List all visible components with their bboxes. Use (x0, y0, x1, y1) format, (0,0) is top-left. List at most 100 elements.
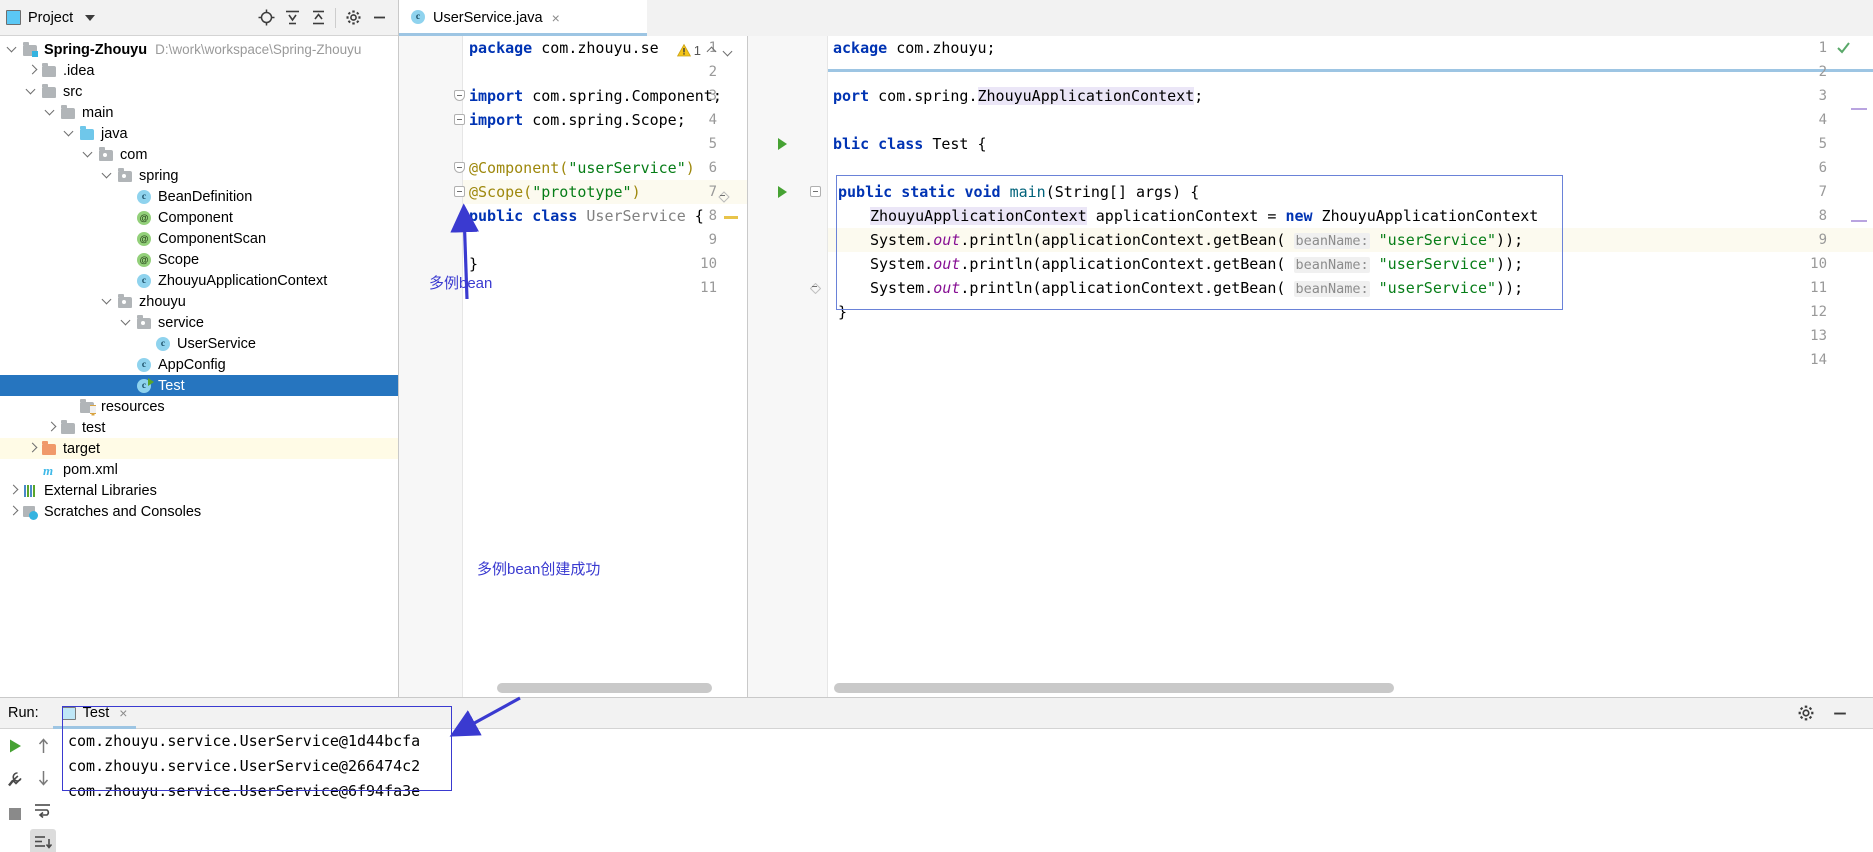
chevron-down-icon[interactable] (101, 294, 116, 309)
chevron-down-icon[interactable] (82, 147, 97, 162)
collapse-all-icon[interactable] (305, 5, 331, 31)
stop-icon[interactable] (2, 801, 28, 827)
tree-item-target[interactable]: target (0, 438, 398, 459)
minimize-icon[interactable] (1831, 704, 1849, 725)
chevron-down-icon[interactable] (120, 315, 135, 330)
chevron-down-icon[interactable] (6, 42, 21, 57)
run-class-gutter-icon[interactable] (778, 138, 787, 150)
tree-item-scratches-and-consoles[interactable]: Scratches and Consoles (0, 501, 398, 522)
previous-highlight-icon[interactable] (707, 46, 717, 56)
annotation-bean-created: 多例bean创建成功 (477, 561, 601, 578)
tree-item-test[interactable]: test (0, 417, 398, 438)
chevron-down-icon[interactable] (101, 168, 116, 183)
chevron-down-icon[interactable] (44, 105, 59, 120)
tree-item-external-libraries[interactable]: External Libraries (0, 480, 398, 501)
inspection-widget[interactable]: 1 (676, 43, 733, 58)
tree-item-spring-zhouyu[interactable]: Spring-Zhouyu D:\work\workspace\Spring-Zh… (0, 39, 398, 60)
project-title-button[interactable]: Project (6, 10, 96, 26)
tree-item-appconfig[interactable]: c AppConfig (0, 354, 398, 375)
chevron-down-icon[interactable] (63, 126, 78, 141)
gear-icon[interactable] (340, 5, 366, 31)
tree-item-label: Scratches and Consoles (44, 503, 202, 520)
left-code-content[interactable]: package com.zhouyu.se import com.spring.… (463, 36, 747, 697)
tree-item-componentscan[interactable]: @ ComponentScan (0, 228, 398, 249)
tree-item-spring[interactable]: spring (0, 165, 398, 186)
annotation-icon: @ (136, 252, 153, 268)
tree-item-label: service (158, 314, 204, 331)
run-label: Run: (8, 705, 39, 721)
chevron-right-icon[interactable] (6, 504, 21, 519)
up-arrow-icon[interactable] (30, 733, 56, 759)
chevron-right-icon[interactable] (44, 420, 59, 435)
tree-item-main[interactable]: main (0, 102, 398, 123)
tree-item-label: Scope (158, 251, 200, 268)
tree-item-com[interactable]: com (0, 144, 398, 165)
fold-marker-import-region[interactable] (454, 114, 465, 125)
warning-count: 1 (693, 43, 701, 58)
editor-pane-test[interactable]: c Test.java × 1234567891011121314 ackage… (748, 36, 1873, 697)
fold-marker-imports[interactable] (454, 162, 465, 173)
project-tree[interactable]: Spring-Zhouyu D:\work\workspace\Spring-Zh… (0, 36, 398, 522)
right-code-content[interactable]: ackage com.zhouyu; port com.spring.Zhouy… (828, 36, 1873, 697)
chevron-right-icon[interactable] (6, 483, 21, 498)
tree-item-test[interactable]: c Test (0, 375, 398, 396)
down-arrow-icon[interactable] (30, 765, 56, 791)
fold-marker-class[interactable] (454, 186, 465, 197)
annotation-arrow-to-console (449, 696, 521, 737)
fold-marker-main-method[interactable] (810, 186, 821, 197)
run-method-gutter-icon[interactable] (778, 186, 787, 198)
fold-right-indicator (718, 191, 730, 203)
source-folder-icon (79, 126, 96, 142)
annotation-icon: @ (136, 231, 153, 247)
close-icon[interactable]: × (552, 10, 560, 26)
chevron-right-icon[interactable] (25, 63, 40, 78)
right-gutter[interactable] (748, 36, 828, 697)
maven-xml-icon: m (43, 462, 54, 478)
settings-wrench-icon[interactable] (2, 767, 28, 793)
excluded-folder-icon (41, 441, 58, 457)
tree-item-scope[interactable]: @ Scope (0, 249, 398, 270)
locate-icon[interactable] (253, 5, 279, 31)
tree-item-label: pom.xml (63, 461, 118, 478)
chevron-down-icon[interactable] (85, 14, 96, 21)
folder-icon (41, 84, 58, 100)
chevron-down-icon[interactable] (25, 84, 40, 99)
tree-item-userservice[interactable]: c UserService (0, 333, 398, 354)
tree-item-beandefinition[interactable]: c BeanDefinition (0, 186, 398, 207)
checkmark-ok-icon[interactable] (1836, 40, 1851, 60)
tree-item-zhouyu[interactable]: zhouyu (0, 291, 398, 312)
editor-panes: 1 2 3 4 5 6 7 8 9 10 11 package com.zhouyu.se impo… (399, 36, 1873, 697)
left-gutter[interactable] (399, 36, 463, 697)
scroll-to-end-icon[interactable] (30, 829, 56, 852)
tree-item-path: D:\work\workspace\Spring-Zhouyu (155, 42, 362, 57)
tree-item-component[interactable]: @ Component (0, 207, 398, 228)
tree-item-idea[interactable]: .idea (0, 60, 398, 81)
rerun-icon[interactable] (2, 733, 28, 759)
tree-item-label: BeanDefinition (158, 188, 253, 205)
minimize-icon[interactable] (366, 5, 392, 31)
expand-all-icon[interactable] (279, 5, 305, 31)
package-icon (98, 147, 115, 163)
tree-item-pom-xml[interactable]: m pom.xml (0, 459, 398, 480)
tree-item-service[interactable]: service (0, 312, 398, 333)
chevron-right-icon[interactable] (25, 441, 40, 456)
folder-icon (41, 63, 58, 79)
editor-tabs: c UserService.java × (399, 0, 1873, 36)
right-pane-hscrollbar[interactable] (834, 683, 1394, 693)
soft-wrap-icon[interactable] (30, 797, 56, 823)
tree-item-java[interactable]: java (0, 123, 398, 144)
editor-pane-userservice[interactable]: 1 2 3 4 5 6 7 8 9 10 11 package com.zhouyu.se impo… (399, 36, 748, 697)
tab-userservice-java[interactable]: c UserService.java × (399, 0, 647, 36)
tree-item-resources[interactable]: resources (0, 396, 398, 417)
tree-item-zhouyuapplicationcontext[interactable]: c ZhouyuApplicationContext (0, 270, 398, 291)
fold-marker-import-top[interactable] (454, 90, 465, 101)
next-highlight-icon[interactable] (723, 46, 733, 56)
tree-item-label: src (63, 83, 83, 100)
tree-item-src[interactable]: src (0, 81, 398, 102)
project-tool-window: Project Spring-Zhouyu D:\work\workspace\S… (0, 0, 399, 697)
gear-icon[interactable] (1797, 704, 1815, 725)
